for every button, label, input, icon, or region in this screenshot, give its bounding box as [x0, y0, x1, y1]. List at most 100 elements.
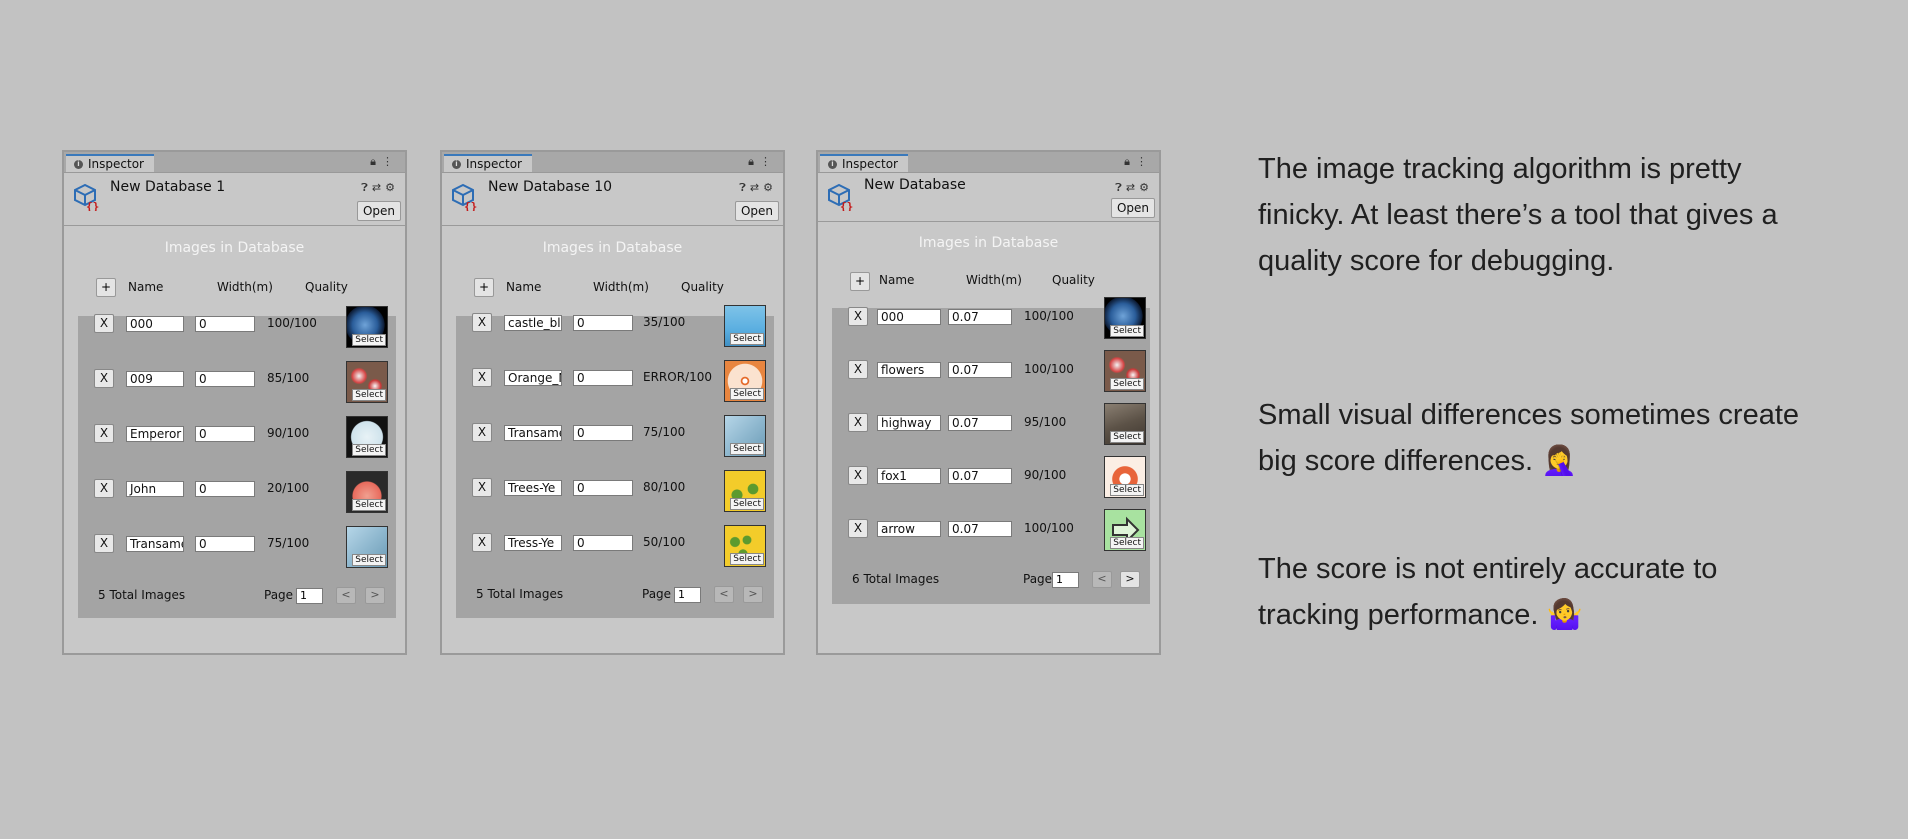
- thumbnail-earth[interactable]: Select: [1104, 297, 1146, 339]
- thumbnail-flowers[interactable]: Select: [346, 361, 388, 403]
- name-field[interactable]: Trees-Ye: [504, 480, 562, 496]
- tab-inspector[interactable]: i Inspector: [444, 154, 532, 172]
- lock-and-menu-icons[interactable]: 🔒︎⋮: [748, 155, 777, 169]
- width-field[interactable]: 0.07: [948, 415, 1012, 431]
- remove-button[interactable]: X: [848, 360, 868, 379]
- name-field[interactable]: fox1: [877, 468, 941, 484]
- header-icons[interactable]: ❓︎⇄⚙︎: [739, 181, 777, 195]
- select-button[interactable]: Select: [352, 444, 386, 456]
- thumbnail-trees[interactable]: Select: [724, 470, 766, 512]
- open-button[interactable]: Open: [1111, 198, 1155, 218]
- width-field[interactable]: 0.07: [948, 309, 1012, 325]
- width-field[interactable]: 0: [195, 536, 255, 552]
- thumbnail-trees[interactable]: Select: [724, 525, 766, 567]
- thumbnail-fox[interactable]: Select: [1104, 456, 1146, 498]
- width-field[interactable]: 0: [573, 425, 633, 441]
- thumbnail-transamerica[interactable]: Select: [346, 526, 388, 568]
- page-input[interactable]: 1: [674, 587, 701, 603]
- remove-button[interactable]: X: [472, 313, 492, 332]
- thumbnail-highway[interactable]: Select: [1104, 403, 1146, 445]
- select-button[interactable]: Select: [730, 333, 764, 345]
- thumbnail-emperor[interactable]: Select: [346, 416, 388, 458]
- name-field[interactable]: castle_blu: [504, 315, 562, 331]
- thumbnail-castle[interactable]: Select: [724, 305, 766, 347]
- open-button[interactable]: Open: [735, 201, 779, 221]
- width-field[interactable]: 0.07: [948, 468, 1012, 484]
- name-field[interactable]: Transame: [504, 425, 562, 441]
- page-input[interactable]: 1: [1052, 572, 1079, 588]
- lock-and-menu-icons[interactable]: 🔒︎⋮: [1124, 155, 1153, 169]
- remove-button[interactable]: X: [94, 369, 114, 388]
- open-button[interactable]: Open: [357, 201, 401, 221]
- width-field[interactable]: 0: [573, 370, 633, 386]
- select-button[interactable]: Select: [1110, 325, 1144, 337]
- width-field[interactable]: 0.07: [948, 521, 1012, 537]
- name-field[interactable]: Tress-Ye: [504, 535, 562, 551]
- name-field[interactable]: Transame: [126, 536, 184, 552]
- remove-button[interactable]: X: [94, 479, 114, 498]
- add-image-button[interactable]: +: [474, 278, 494, 297]
- prev-page-button[interactable]: <: [336, 587, 356, 604]
- prev-page-button[interactable]: <: [714, 586, 734, 603]
- prev-page-button[interactable]: <: [1092, 571, 1112, 588]
- thumbnail-flowers[interactable]: Select: [1104, 350, 1146, 392]
- name-field[interactable]: arrow: [877, 521, 941, 537]
- select-button[interactable]: Select: [730, 498, 764, 510]
- remove-button[interactable]: X: [94, 534, 114, 553]
- name-field[interactable]: 000: [126, 316, 184, 332]
- select-button[interactable]: Select: [1110, 484, 1144, 496]
- remove-button[interactable]: X: [848, 413, 868, 432]
- name-field[interactable]: Orange_N: [504, 370, 562, 386]
- width-field[interactable]: 0: [195, 426, 255, 442]
- select-button[interactable]: Select: [352, 499, 386, 511]
- select-button[interactable]: Select: [730, 388, 764, 400]
- lock-and-menu-icons[interactable]: 🔒︎⋮: [370, 155, 399, 169]
- next-page-button[interactable]: >: [743, 586, 763, 603]
- page-input[interactable]: 1: [296, 588, 323, 604]
- width-field[interactable]: 0: [195, 316, 255, 332]
- thumbnail-john[interactable]: Select: [346, 471, 388, 513]
- thumbnail-orange[interactable]: Select: [724, 360, 766, 402]
- next-page-button[interactable]: >: [365, 587, 385, 604]
- tab-inspector[interactable]: i Inspector: [66, 154, 154, 172]
- quality-score: ERROR/100: [643, 370, 712, 384]
- width-field[interactable]: 0: [573, 315, 633, 331]
- thumbnail-earth[interactable]: Select: [346, 306, 388, 348]
- remove-button[interactable]: X: [848, 307, 868, 326]
- name-field[interactable]: highway: [877, 415, 941, 431]
- next-page-button[interactable]: >: [1120, 571, 1140, 588]
- select-button[interactable]: Select: [352, 389, 386, 401]
- tab-inspector[interactable]: i Inspector: [820, 154, 908, 172]
- name-field[interactable]: 000: [877, 309, 941, 325]
- width-field[interactable]: 0: [195, 371, 255, 387]
- remove-button[interactable]: X: [472, 368, 492, 387]
- name-field[interactable]: John: [126, 481, 184, 497]
- remove-button[interactable]: X: [848, 519, 868, 538]
- name-field[interactable]: 009: [126, 371, 184, 387]
- thumbnail-arrow[interactable]: Select: [1104, 509, 1146, 551]
- remove-button[interactable]: X: [472, 423, 492, 442]
- select-button[interactable]: Select: [1110, 378, 1144, 390]
- select-button[interactable]: Select: [1110, 431, 1144, 443]
- select-button[interactable]: Select: [1110, 537, 1144, 549]
- header-icons[interactable]: ❓︎⇄⚙︎: [361, 181, 399, 195]
- add-image-button[interactable]: +: [96, 278, 116, 297]
- width-field[interactable]: 0: [195, 481, 255, 497]
- select-button[interactable]: Select: [352, 334, 386, 346]
- name-field[interactable]: flowers: [877, 362, 941, 378]
- thumbnail-transamerica[interactable]: Select: [724, 415, 766, 457]
- select-button[interactable]: Select: [352, 554, 386, 566]
- remove-button[interactable]: X: [472, 478, 492, 497]
- width-field[interactable]: 0.07: [948, 362, 1012, 378]
- remove-button[interactable]: X: [94, 314, 114, 333]
- remove-button[interactable]: X: [472, 533, 492, 552]
- remove-button[interactable]: X: [848, 466, 868, 485]
- select-button[interactable]: Select: [730, 553, 764, 565]
- name-field[interactable]: Emperor: [126, 426, 184, 442]
- select-button[interactable]: Select: [730, 443, 764, 455]
- width-field[interactable]: 0: [573, 535, 633, 551]
- width-field[interactable]: 0: [573, 480, 633, 496]
- header-icons[interactable]: ❓︎⇄⚙︎: [1115, 181, 1153, 195]
- remove-button[interactable]: X: [94, 424, 114, 443]
- add-image-button[interactable]: +: [850, 272, 870, 291]
